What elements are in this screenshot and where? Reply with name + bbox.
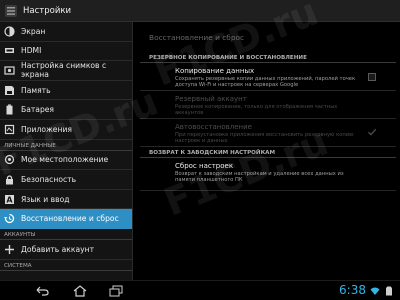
sidebar-item-label: Память (21, 85, 51, 95)
sidebar-header-personal: ЛИЧНЫЕ ДАННЫЕ (0, 140, 132, 151)
factory-reset-title: Сброс настроек (175, 162, 234, 170)
action-bar: Настройки (0, 0, 400, 22)
factory-reset-row[interactable]: Сброс настроек Возврат к заводским настр… (140, 158, 396, 191)
factory-reset-summary: Возврат к заводским настройкам и удалени… (175, 171, 344, 184)
storage-icon (5, 85, 14, 95)
language-icon: A (5, 194, 14, 204)
sidebar-header-system: СИСТЕМА (0, 260, 132, 271)
recent-apps-icon[interactable] (108, 285, 124, 297)
sidebar-item-label: Добавить аккаунт (21, 244, 95, 254)
home-icon[interactable] (72, 285, 88, 297)
battery-icon (386, 286, 392, 296)
sidebar-item-label: HDMI (21, 46, 42, 56)
battery-icon (6, 104, 13, 115)
sidebar-item-add-account[interactable]: Добавить аккаунт (0, 240, 132, 260)
sidebar-item-label: Настройка снимков с экрана (21, 61, 107, 80)
settings-sidebar: Экран HDMI Настройка снимков с экрана Памят… (0, 22, 133, 280)
sidebar-item-language[interactable]: A Язык и ввод (0, 190, 132, 210)
sidebar-item-label: Восстановление и сброс (21, 214, 119, 224)
sidebar-header-accounts: АККАУНТЫ (0, 229, 132, 240)
navigation-bar: 6:38 (0, 280, 400, 300)
page-title: Восстановление и сброс (149, 32, 245, 42)
plus-icon (5, 244, 14, 254)
sidebar-item-apps[interactable]: Приложения (0, 120, 132, 140)
wifi-icon (370, 287, 380, 295)
apps-icon (4, 124, 15, 134)
sidebar-item-battery[interactable]: Батарея (0, 100, 132, 120)
lock-icon (6, 175, 13, 185)
auto-restore-row: Автовосстановление При переустановке при… (140, 119, 396, 147)
sidebar-item-security[interactable]: Безопасность (0, 170, 132, 190)
svg-text:A: A (6, 195, 13, 204)
backup-account-title: Резервный аккаунт (175, 95, 247, 103)
backup-account-row: Резервный аккаунт Резервное копирование,… (140, 91, 396, 119)
location-icon (4, 155, 15, 165)
sidebar-item-storage[interactable]: Память (0, 81, 132, 101)
sidebar-item-label: Язык и ввод (21, 194, 70, 204)
auto-restore-summary: При переустановке приложения восстановит… (175, 132, 354, 145)
sidebar-item-hdmi[interactable]: HDMI (0, 42, 132, 62)
clock: 6:38 (339, 283, 366, 297)
sidebar-item-location[interactable]: Мое местоположение (0, 151, 132, 171)
backup-data-title: Копирование данных (175, 67, 255, 75)
back-icon[interactable] (34, 285, 50, 297)
section-header-backup: РЕЗЕРВНОЕ КОПИРОВАНИЕ И ВОССТАНОВЛЕНИЕ (140, 52, 396, 63)
sidebar-item-label: Безопасность (21, 174, 77, 184)
sidebar-item-screenshot-settings[interactable]: Настройка снимков с экрана (0, 61, 132, 81)
section-header-reset: ВОЗВРАТ К ЗАВОДСКИМ НАСТРОЙКАМ (140, 147, 396, 158)
hdmi-icon (5, 48, 14, 54)
app-title: Настройки (23, 5, 72, 16)
sidebar-item-label: Приложения (21, 124, 72, 134)
settings-app-icon[interactable] (4, 4, 18, 18)
content-pane: Восстановление и сброс РЕЗЕРВНОЕ КОПИРОВ… (140, 22, 396, 280)
backup-data-summary: Сохранять резервные копии данных приложе… (175, 76, 356, 89)
sidebar-item-backup-reset[interactable]: Восстановление и сброс (0, 209, 132, 229)
auto-restore-title: Автовосстановление (175, 123, 252, 131)
screen-icon (4, 26, 15, 37)
sidebar-item-label: Батарея (21, 105, 55, 115)
screenshot-icon (4, 66, 15, 75)
auto-restore-checkmark-icon (368, 128, 377, 136)
backup-data-row[interactable]: Копирование данных Сохранять резервные к… (140, 63, 396, 91)
backup-data-checkbox[interactable] (368, 73, 376, 81)
backup-icon (4, 213, 15, 224)
backup-account-summary: Резервное копирование, только для отобра… (175, 104, 338, 117)
sidebar-item-label: Мое местоположение (21, 155, 109, 165)
sidebar-item-label: Экран (21, 26, 46, 36)
sidebar-item-screen[interactable]: Экран (0, 22, 132, 42)
